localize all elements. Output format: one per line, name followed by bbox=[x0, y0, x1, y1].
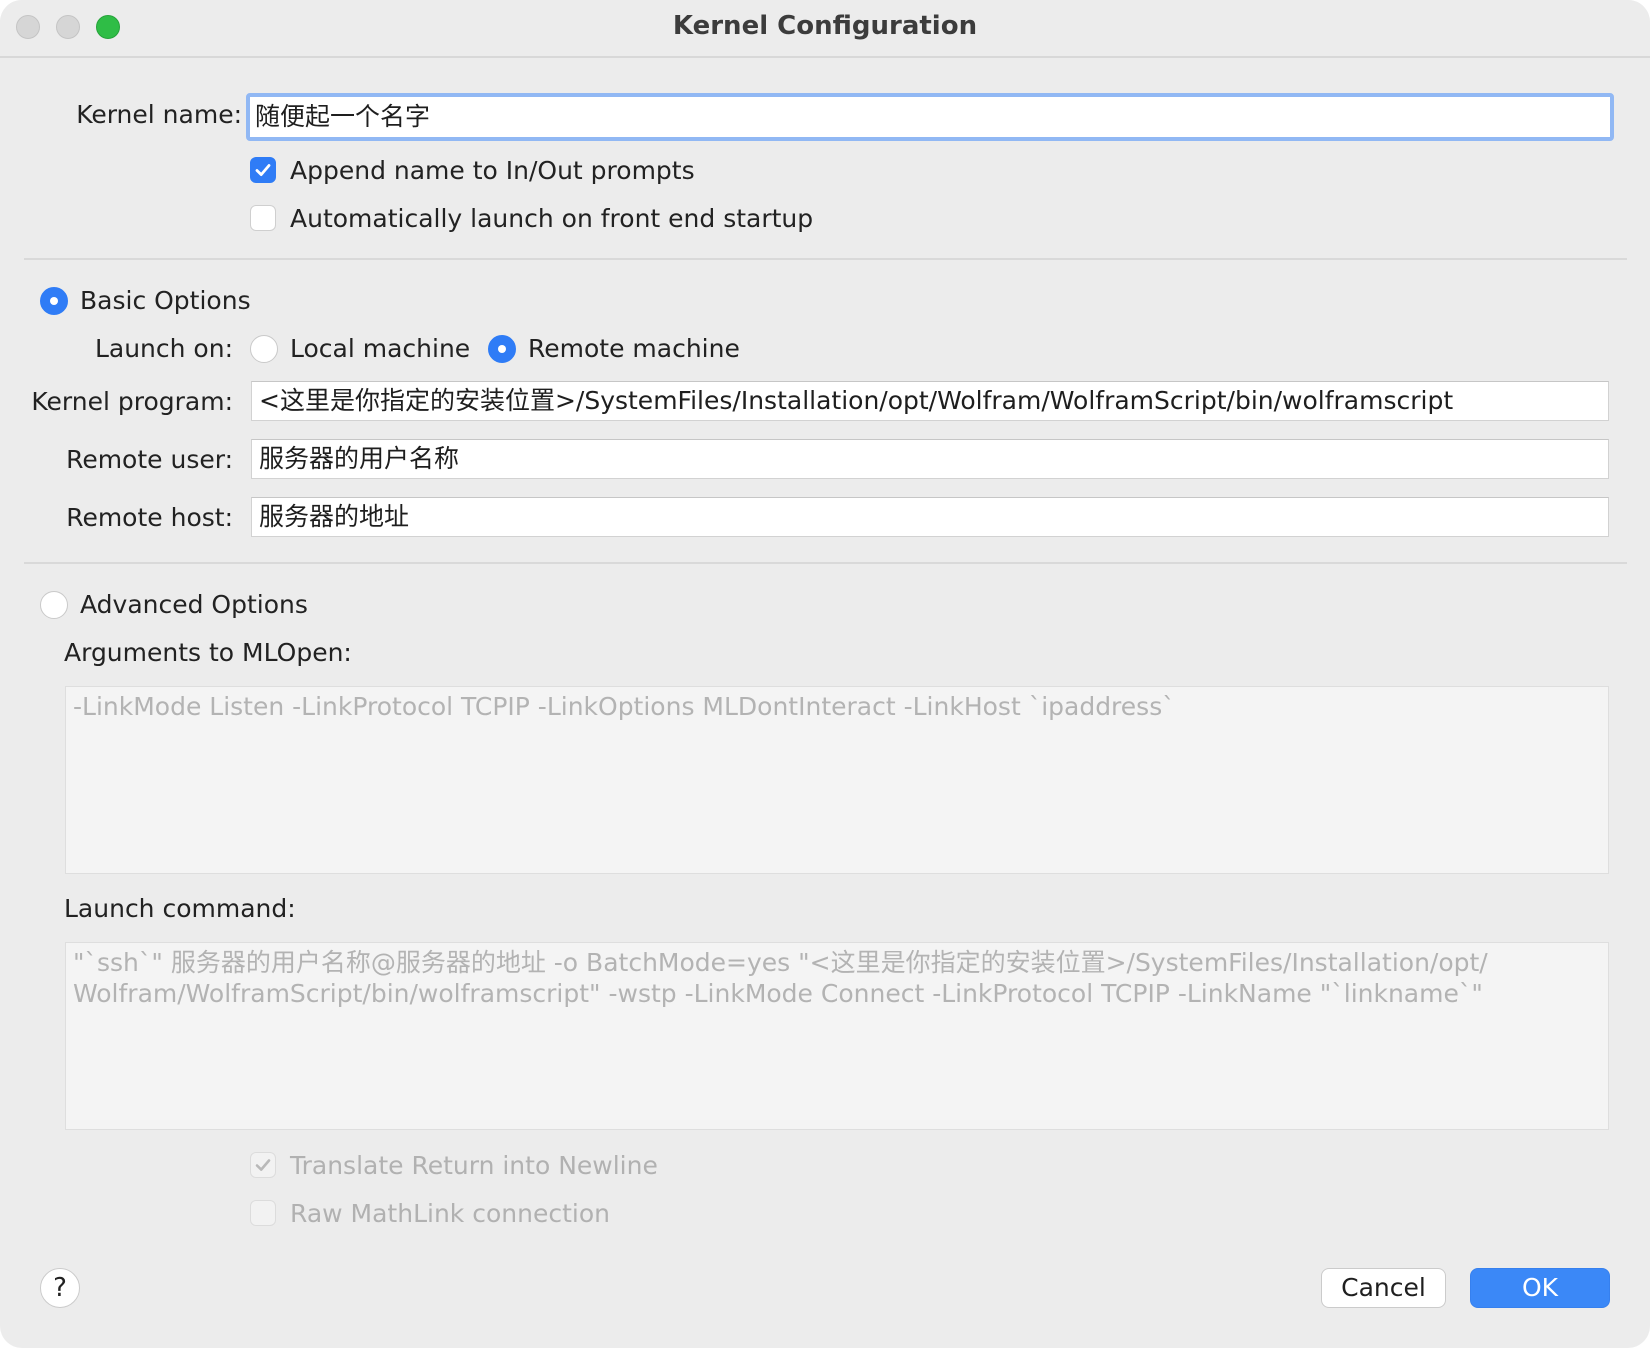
divider bbox=[24, 562, 1627, 564]
launch-command-textarea[interactable]: "`ssh`" 服务器的用户名称@服务器的地址 -o BatchMode=yes… bbox=[65, 942, 1609, 1130]
help-button[interactable]: ? bbox=[40, 1268, 80, 1308]
remote-host-input[interactable]: 服务器的地址 bbox=[251, 497, 1609, 537]
kernel-configuration-dialog: Kernel Configuration Kernel name: 随便起一个名… bbox=[0, 0, 1650, 1348]
launch-command-line: "`ssh`" 服务器的用户名称@服务器的地址 -o BatchMode=yes… bbox=[73, 948, 1488, 977]
basic-options-radio[interactable] bbox=[40, 287, 68, 315]
append-name-checkbox[interactable] bbox=[250, 157, 276, 183]
ok-button[interactable]: OK bbox=[1470, 1268, 1610, 1308]
launch-command-line: Wolfram/WolframScript/bin/wolframscript"… bbox=[73, 979, 1483, 1008]
launch-command-label: Launch command: bbox=[64, 894, 296, 923]
remote-user-input[interactable]: 服务器的用户名称 bbox=[251, 439, 1609, 479]
advanced-options-label[interactable]: Advanced Options bbox=[80, 590, 308, 619]
mlopen-arguments-textarea[interactable]: -LinkMode Listen -LinkProtocol TCPIP -Li… bbox=[65, 686, 1609, 874]
kernel-program-input[interactable]: <这里是你指定的安装位置>/SystemFiles/Installation/o… bbox=[251, 381, 1609, 421]
append-name-label[interactable]: Append name to In/Out prompts bbox=[290, 156, 695, 185]
title-bar[interactable]: Kernel Configuration bbox=[0, 0, 1650, 58]
checkmark-icon bbox=[255, 1159, 271, 1171]
checkmark-icon bbox=[255, 164, 271, 176]
remote-machine-radio[interactable] bbox=[488, 335, 516, 363]
raw-mathlink-label: Raw MathLink connection bbox=[290, 1199, 610, 1228]
cancel-button[interactable]: Cancel bbox=[1321, 1268, 1446, 1308]
mlopen-arguments-text: -LinkMode Listen -LinkProtocol TCPIP -Li… bbox=[73, 692, 1175, 721]
mlopen-arguments-label: Arguments to MLOpen: bbox=[64, 638, 352, 667]
remote-host-label: Remote host: bbox=[66, 503, 233, 532]
auto-launch-label[interactable]: Automatically launch on front end startu… bbox=[290, 204, 813, 233]
translate-return-label: Translate Return into Newline bbox=[290, 1151, 658, 1180]
kernel-name-input[interactable]: 随便起一个名字 bbox=[246, 93, 1614, 141]
remote-user-label: Remote user: bbox=[66, 445, 233, 474]
translate-return-checkbox[interactable] bbox=[250, 1152, 276, 1178]
launch-on-label: Launch on: bbox=[94, 334, 233, 363]
local-machine-label[interactable]: Local machine bbox=[290, 334, 470, 363]
local-machine-radio[interactable] bbox=[250, 335, 278, 363]
kernel-program-label: Kernel program: bbox=[31, 387, 233, 416]
remote-machine-label[interactable]: Remote machine bbox=[528, 334, 740, 363]
kernel-name-label: Kernel name: bbox=[76, 100, 242, 129]
advanced-options-radio[interactable] bbox=[40, 591, 68, 619]
divider bbox=[24, 258, 1627, 260]
auto-launch-checkbox[interactable] bbox=[250, 205, 276, 231]
window-title: Kernel Configuration bbox=[672, 11, 978, 41]
raw-mathlink-checkbox[interactable] bbox=[250, 1200, 276, 1226]
basic-options-label[interactable]: Basic Options bbox=[80, 286, 251, 315]
